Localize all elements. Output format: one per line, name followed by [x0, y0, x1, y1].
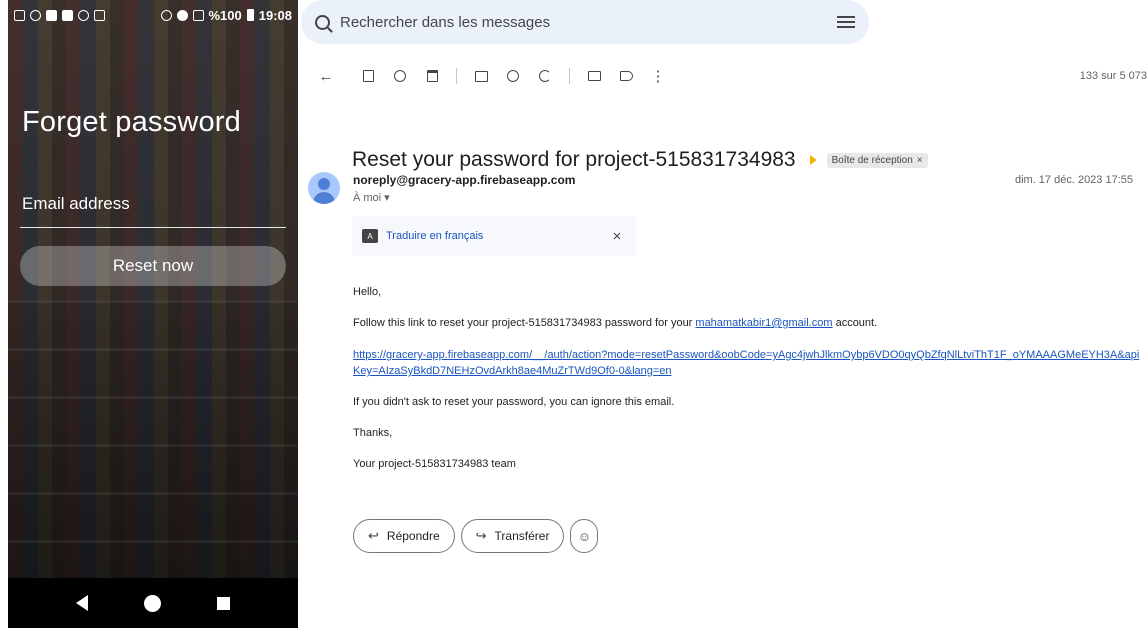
search-options-icon[interactable]: [837, 15, 855, 29]
emoji-reaction-button[interactable]: ☺: [570, 519, 599, 553]
reset-password-link[interactable]: https://gracery-app.firebaseapp.com/__/a…: [353, 347, 1143, 379]
inbox-label-chip[interactable]: Boîte de réception ×: [826, 152, 928, 168]
body-greeting: Hello,: [353, 286, 382, 298]
body-signature: Your project-515831734983 team: [353, 458, 516, 470]
home-icon[interactable]: [144, 594, 161, 612]
label-icon[interactable]: [610, 64, 642, 88]
report-spam-icon[interactable]: [384, 64, 416, 88]
search-input[interactable]: [340, 13, 837, 31]
reset-now-button[interactable]: Reset now: [20, 246, 286, 286]
email-subject: Reset your password for project-51583173…: [352, 148, 796, 171]
close-icon[interactable]: ×: [608, 228, 626, 245]
recent-apps-icon[interactable]: [217, 596, 230, 610]
phone-panel: %100 19:08 Forget password Email address…: [0, 0, 298, 628]
emoji-icon: ☺: [577, 528, 592, 544]
message-date: dim. 17 déc. 2023 17:55: [1014, 174, 1133, 186]
reply-button[interactable]: ↩ Répondre: [353, 519, 455, 553]
archive-icon[interactable]: [352, 64, 384, 88]
translate-icon: A: [362, 229, 378, 243]
battery-icon: [246, 9, 254, 21]
label-remove-icon[interactable]: ×: [917, 155, 923, 166]
status-bar: %100 19:08: [8, 0, 298, 30]
reply-icon: ↩: [368, 528, 379, 543]
mark-unread-icon[interactable]: [465, 64, 497, 88]
signal-icon: [192, 9, 204, 21]
email-field[interactable]: Email address: [22, 194, 130, 214]
wifi-icon: [176, 9, 188, 21]
message-actions: ↩ Répondre ↪ Transférer ☺: [353, 519, 599, 553]
android-nav-bar: [8, 578, 298, 628]
back-icon[interactable]: [76, 595, 88, 611]
back-arrow-icon[interactable]: ←: [310, 64, 342, 88]
body-thanks: Thanks,: [353, 427, 393, 439]
inbox-label-text: Boîte de réception: [831, 154, 913, 166]
battery-percent: %100: [208, 7, 242, 23]
search-bar[interactable]: [301, 0, 869, 44]
forward-button[interactable]: ↪ Transférer: [460, 519, 565, 553]
message-pager: 133 sur 5 073: [1079, 70, 1147, 82]
search-icon[interactable]: [315, 14, 330, 30]
delete-icon[interactable]: [416, 64, 448, 88]
message-toolbar: ← ⋮: [310, 64, 674, 88]
app-icon: [30, 9, 41, 21]
recipient-email-link[interactable]: mahamatkabir1@gmail.com: [695, 317, 832, 329]
settings-icon: [78, 9, 89, 21]
add-task-icon[interactable]: [529, 64, 561, 88]
body-instruction: Follow this link to reset your project-5…: [353, 317, 878, 329]
recipient-details[interactable]: À moi ▾: [353, 191, 390, 204]
snooze-icon[interactable]: [497, 64, 529, 88]
screen-icon: [94, 9, 105, 21]
sender-address[interactable]: noreply@gracery-app.firebaseapp.com: [353, 173, 575, 187]
status-time: 19:08: [258, 7, 292, 23]
move-to-icon[interactable]: [578, 64, 610, 88]
email-field-underline: [20, 227, 286, 228]
page-title: Forget password: [22, 106, 241, 138]
translate-banner: A Traduire en français ×: [352, 216, 636, 256]
subject-row: Reset your password for project-51583173…: [352, 148, 928, 172]
importance-marker-icon[interactable]: [809, 155, 817, 165]
sender-avatar[interactable]: [308, 172, 340, 204]
vibrate-icon: [160, 9, 172, 21]
calendar-icon: [14, 9, 25, 21]
phone-screen: %100 19:08 Forget password Email address…: [8, 0, 298, 578]
forward-icon: ↪: [475, 528, 487, 543]
translate-link[interactable]: Traduire en français: [386, 230, 608, 242]
body-ignore-note: If you didn't ask to reset your password…: [353, 396, 675, 408]
more-options-icon[interactable]: ⋮: [642, 64, 674, 88]
notification-icon: [46, 9, 57, 21]
message-icon: [62, 9, 73, 21]
